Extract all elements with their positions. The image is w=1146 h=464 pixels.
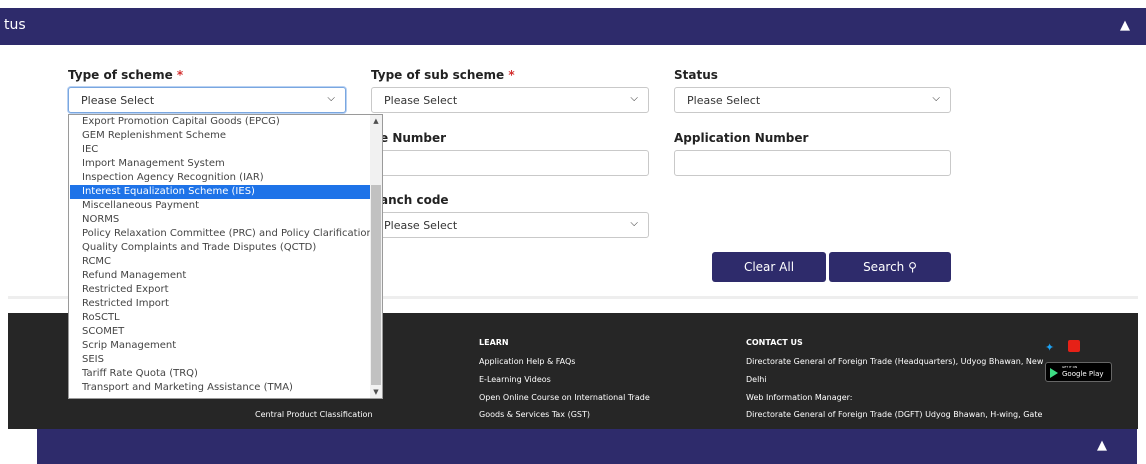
play-icon	[1050, 368, 1058, 378]
dropdown-option[interactable]: Inspection Agency Recognition (IAR)	[70, 171, 370, 185]
search-button[interactable]: Search ⚲	[829, 252, 951, 282]
youtube-icon[interactable]	[1068, 340, 1080, 352]
sub-scheme-select-value: Please Select	[384, 94, 458, 107]
chevron-up-icon[interactable]: ▲	[1120, 18, 1130, 33]
learn-heading: LEARN	[479, 338, 509, 347]
dropdown-option[interactable]: Quality Complaints and Trade Disputes (Q…	[70, 241, 370, 255]
contact-heading: CONTACT US	[746, 338, 803, 347]
scheme-dropdown-list[interactable]: Export Promotion Capital Goods (EPCG) GE…	[68, 114, 383, 399]
dropdown-option[interactable]: Restricted Export	[70, 283, 370, 297]
twitter-icon[interactable]: ✦	[1045, 341, 1054, 354]
footer-link-elearning[interactable]: E-Learning Videos	[479, 375, 551, 384]
sub-scheme-label: Type of sub scheme *	[371, 68, 515, 82]
application-number-label: Application Number	[674, 131, 809, 145]
scroll-up-icon[interactable]: ▲	[370, 115, 382, 127]
file-number-label: e Number	[380, 131, 447, 145]
dropdown-option[interactable]: Miscellaneous Payment	[70, 199, 370, 213]
footer-link-course[interactable]: Open Online Course on International Trad…	[479, 393, 650, 402]
footer-link-cpc[interactable]: Central Product Classification	[255, 410, 373, 419]
google-play-badge[interactable]: GET IT ON Google Play	[1045, 362, 1112, 382]
dropdown-option[interactable]: SEIS	[70, 353, 370, 367]
search-button-label: Search	[863, 260, 905, 274]
dropdown-option[interactable]: Export Promotion Capital Goods (EPCG)	[70, 115, 370, 129]
dropdown-option[interactable]: Tariff Rate Quota (TRQ)	[70, 367, 370, 381]
sub-scheme-select[interactable]: Please Select ⌵	[371, 87, 649, 113]
scheme-select-value: Please Select	[81, 94, 155, 107]
status-select-value: Please Select	[687, 94, 761, 107]
branch-code-label: anch code	[380, 193, 449, 207]
branch-code-select[interactable]: Please Select ⌵	[371, 212, 649, 238]
dropdown-option[interactable]: SCOMET	[70, 325, 370, 339]
chevron-down-icon: ⌵	[932, 93, 940, 104]
contact-line: Directorate General of Foreign Trade (He…	[746, 357, 1044, 366]
play-badge-text: Google Play	[1062, 370, 1104, 378]
status-select[interactable]: Please Select ⌵	[674, 87, 951, 113]
dropdown-option-selected[interactable]: Interest Equalization Scheme (IES)	[70, 185, 370, 199]
chevron-up-icon[interactable]: ▲	[1097, 438, 1107, 453]
scroll-down-icon[interactable]: ▼	[370, 386, 382, 398]
branch-code-select-value: Please Select	[384, 219, 458, 232]
dropdown-option[interactable]: Policy Relaxation Committee (PRC) and Po…	[70, 227, 382, 241]
dropdown-option[interactable]: Transport and Marketing Assistance (TMA)	[70, 381, 370, 395]
status-label: Status	[674, 68, 718, 82]
contact-line: Web Information Manager:	[746, 393, 853, 402]
dropdown-option[interactable]: NORMS	[70, 213, 370, 227]
play-badge-small-text: GET IT ON	[1062, 365, 1078, 369]
section-title: tus	[4, 17, 26, 33]
dropdown-option[interactable]: Restricted Import	[70, 297, 370, 311]
contact-line: Directorate General of Foreign Trade (DG…	[746, 410, 1043, 419]
footer-link-help[interactable]: Application Help & FAQs	[479, 357, 575, 366]
dropdown-option[interactable]: GEM Replenishment Scheme	[70, 129, 370, 143]
chevron-down-icon: ⌵	[327, 93, 335, 104]
bottom-section-bar[interactable]: ▲	[37, 429, 1137, 464]
dropdown-option[interactable]: IEC	[70, 143, 370, 157]
section-header-bar[interactable]: tus ▲	[0, 8, 1146, 45]
dropdown-option[interactable]: Refund Management	[70, 269, 370, 283]
clear-all-button[interactable]: Clear All	[712, 252, 826, 282]
dropdown-option[interactable]: Import Management System	[70, 157, 370, 171]
scheme-select[interactable]: Please Select ⌵	[68, 87, 346, 113]
contact-line: Delhi	[746, 375, 767, 384]
file-number-input[interactable]	[371, 150, 649, 176]
application-number-input[interactable]	[674, 150, 951, 176]
dropdown-option[interactable]: Scrip Management	[70, 339, 370, 353]
dropdown-option[interactable]: RoSCTL	[70, 311, 370, 325]
chevron-down-icon: ⌵	[630, 93, 638, 104]
footer-link-gst[interactable]: Goods & Services Tax (GST)	[479, 410, 590, 419]
dropdown-scroll-thumb[interactable]	[371, 185, 381, 385]
dropdown-option[interactable]: RCMC	[70, 255, 370, 269]
search-icon: ⚲	[908, 260, 917, 274]
chevron-down-icon: ⌵	[630, 218, 638, 229]
scheme-label: Type of scheme *	[68, 68, 184, 82]
